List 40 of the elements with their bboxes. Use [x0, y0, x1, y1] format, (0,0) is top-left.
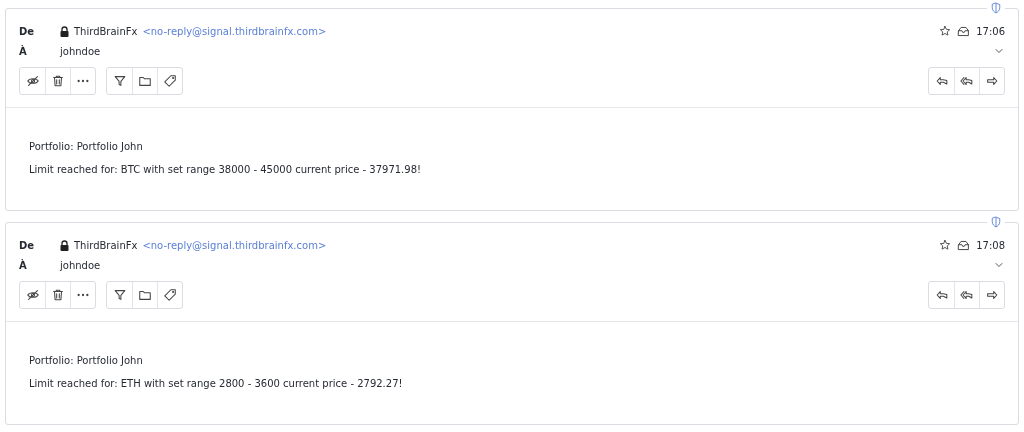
folder-icon: [138, 74, 152, 88]
to-label: À: [19, 45, 28, 57]
message-time: 17:08: [976, 239, 1005, 251]
recipient: johndoe: [60, 45, 102, 57]
sender-address[interactable]: <no-reply@signal.thirdbrainfx.com>: [142, 25, 327, 37]
trash-icon: [51, 288, 65, 302]
filter-icon: [112, 288, 127, 302]
reply-icon: [934, 74, 949, 88]
message-text: Portfolio: Portfolio John: [29, 355, 144, 366]
reply-all-icon: [960, 74, 974, 88]
trash-icon: [51, 74, 65, 88]
star-icon: [939, 25, 952, 37]
folder-icon: [138, 288, 152, 302]
tag-icon: [163, 74, 177, 88]
lock-icon: [60, 25, 69, 37]
forward-icon: [985, 288, 999, 302]
message-text: Portfolio: Portfolio John: [29, 141, 144, 152]
message-time: 17:06: [976, 25, 1005, 37]
to-label: À: [19, 259, 28, 271]
sender-address[interactable]: <no-reply@signal.thirdbrainfx.com>: [142, 239, 327, 251]
shield-icon: [990, 2, 1002, 14]
star-icon: [939, 239, 952, 251]
tag-icon: [163, 288, 177, 302]
envelope-open-icon: [957, 238, 971, 252]
forward-icon: [985, 74, 999, 88]
reply-icon: [934, 288, 949, 302]
message-text: Limit reached for: BTC with set range 38000 - 45000 current price - 37971.98!: [29, 164, 423, 175]
message-text: Limit reached for: ETH with set range 2800 - 3600 current price - 2792.27!: [29, 378, 404, 389]
shield-icon: [990, 216, 1002, 228]
envelope-open-icon: [957, 24, 971, 38]
reply-all-icon: [960, 288, 974, 302]
from-label: De: [19, 25, 36, 37]
lock-icon: [60, 239, 69, 251]
sender-name: ThirdBrainFx: [74, 239, 138, 251]
from-label: De: [19, 239, 36, 251]
eye-slash-icon: [25, 288, 40, 302]
filter-icon: [112, 74, 127, 88]
eye-slash-icon: [25, 74, 40, 88]
sender-name: ThirdBrainFx: [74, 25, 138, 37]
recipient: johndoe: [60, 259, 102, 271]
